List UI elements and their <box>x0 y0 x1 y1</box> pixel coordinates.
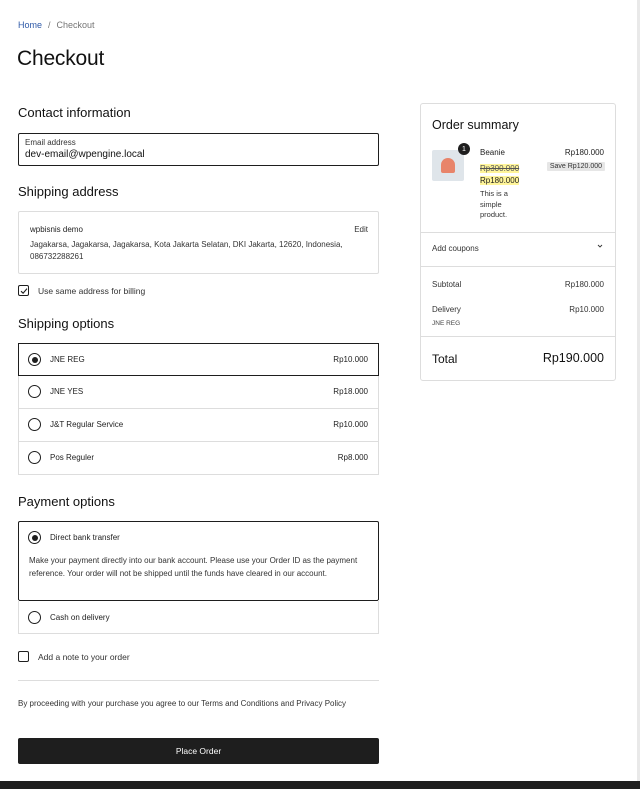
total-label: Total <box>432 352 458 366</box>
payment-options-heading: Payment options <box>18 494 115 509</box>
shipping-option-price: Rp18.000 <box>333 387 368 396</box>
email-input-value[interactable]: dev-email@wpengine.local <box>25 149 145 160</box>
shipping-options-heading: Shipping options <box>18 316 115 331</box>
payment-option-label: Cash on delivery <box>50 613 110 622</box>
same-billing-checkbox[interactable] <box>18 285 29 296</box>
delivery-label: Delivery <box>432 305 461 314</box>
add-coupons-toggle[interactable]: Add coupons <box>432 244 479 253</box>
delivery-value: Rp10.000 <box>569 305 604 314</box>
radio-button[interactable] <box>28 353 41 366</box>
save-badge: Save Rp120.000 <box>546 162 605 171</box>
order-summary: Order summary 1 Beanie Rp300.000 Rp180.0… <box>420 103 616 381</box>
breadcrumb: Home / Checkout <box>18 20 95 30</box>
shipping-option-jne-reg[interactable]: JNE REG Rp10.000 <box>18 343 379 376</box>
payment-option-label: Direct bank transfer <box>50 533 120 542</box>
product-name: Beanie <box>480 148 505 157</box>
summary-divider <box>421 266 615 267</box>
page-title: Checkout <box>17 47 105 70</box>
breadcrumb-separator: / <box>48 20 51 30</box>
chevron-down-icon[interactable] <box>597 242 603 251</box>
beanie-image <box>441 158 455 173</box>
breadcrumb-current: Checkout <box>56 20 95 30</box>
product-line-total: Rp180.000 <box>564 148 604 157</box>
shipping-option-label: JNE YES <box>50 387 84 396</box>
summary-divider <box>421 336 615 337</box>
total-value: Rp190.000 <box>542 351 604 365</box>
shipping-option-pos-reguler[interactable]: Pos Reguler Rp8.000 <box>18 442 379 475</box>
order-note-label: Add a note to your order <box>38 651 130 662</box>
same-billing-label: Use same address for billing <box>38 285 146 296</box>
shipping-option-label: JNE REG <box>50 355 85 364</box>
product-description: This is a simple product. <box>480 189 508 219</box>
radio-button[interactable] <box>28 451 41 464</box>
product-sale-price: Rp180.000 <box>480 176 520 185</box>
summary-divider <box>421 232 615 233</box>
shipping-option-price: Rp8.000 <box>337 453 368 462</box>
checkmark-icon <box>20 287 27 294</box>
breadcrumb-home-link[interactable]: Home <box>18 20 42 30</box>
email-field[interactable]: Email address dev-email@wpengine.local <box>18 133 379 166</box>
email-label: Email address <box>25 138 76 147</box>
same-billing-row[interactable]: Use same address for billing <box>18 285 145 296</box>
payment-option-cod[interactable]: Cash on delivery <box>18 600 379 634</box>
address-text: Jagakarsa, Jagakarsa, Jagakarsa, Kota Ja… <box>30 240 343 261</box>
shipping-address-heading: Shipping address <box>18 184 119 199</box>
radio-button[interactable] <box>28 385 41 398</box>
shipping-option-jne-yes[interactable]: JNE YES Rp18.000 <box>18 376 379 409</box>
product-thumbnail <box>432 150 464 181</box>
radio-button[interactable] <box>28 418 41 431</box>
terms-text: By proceeding with your purchase you agr… <box>18 699 347 708</box>
order-note-row[interactable]: Add a note to your order <box>18 651 130 662</box>
shipping-option-label: Pos Reguler <box>50 453 95 462</box>
contact-heading: Contact information <box>18 105 131 120</box>
shipping-option-jnt-regular[interactable]: J&T Regular Service Rp10.000 <box>18 409 379 442</box>
shipping-option-label: J&T Regular Service <box>50 420 124 429</box>
payment-option-bank-transfer[interactable]: Direct bank transfer Make your payment d… <box>18 521 379 601</box>
shipping-address-card: wpbisnis demo Edit Jagakarsa, Jagakarsa,… <box>18 211 379 274</box>
taskbar-strip <box>0 781 640 789</box>
address-name: wpbisnis demo <box>30 225 83 234</box>
subtotal-label: Subtotal <box>432 280 462 289</box>
edit-address-button[interactable]: Edit <box>354 225 368 234</box>
product-regular-price: Rp300.000 <box>480 164 520 173</box>
bank-transfer-description: Make your payment directly into our bank… <box>29 556 358 578</box>
delivery-method: JNE REG <box>432 320 461 327</box>
radio-button[interactable] <box>28 531 41 544</box>
radio-button[interactable] <box>28 611 41 624</box>
divider <box>18 680 379 681</box>
shipping-option-price: Rp10.000 <box>333 420 368 429</box>
order-summary-heading: Order summary <box>432 118 519 132</box>
shipping-options-group: JNE REG Rp10.000 JNE YES Rp18.000 J&T Re… <box>18 343 379 475</box>
shipping-option-price: Rp10.000 <box>333 355 368 364</box>
order-note-checkbox[interactable] <box>18 651 29 662</box>
subtotal-value: Rp180.000 <box>564 280 604 289</box>
quantity-badge: 1 <box>458 143 470 155</box>
place-order-button[interactable]: Place Order <box>18 738 379 764</box>
